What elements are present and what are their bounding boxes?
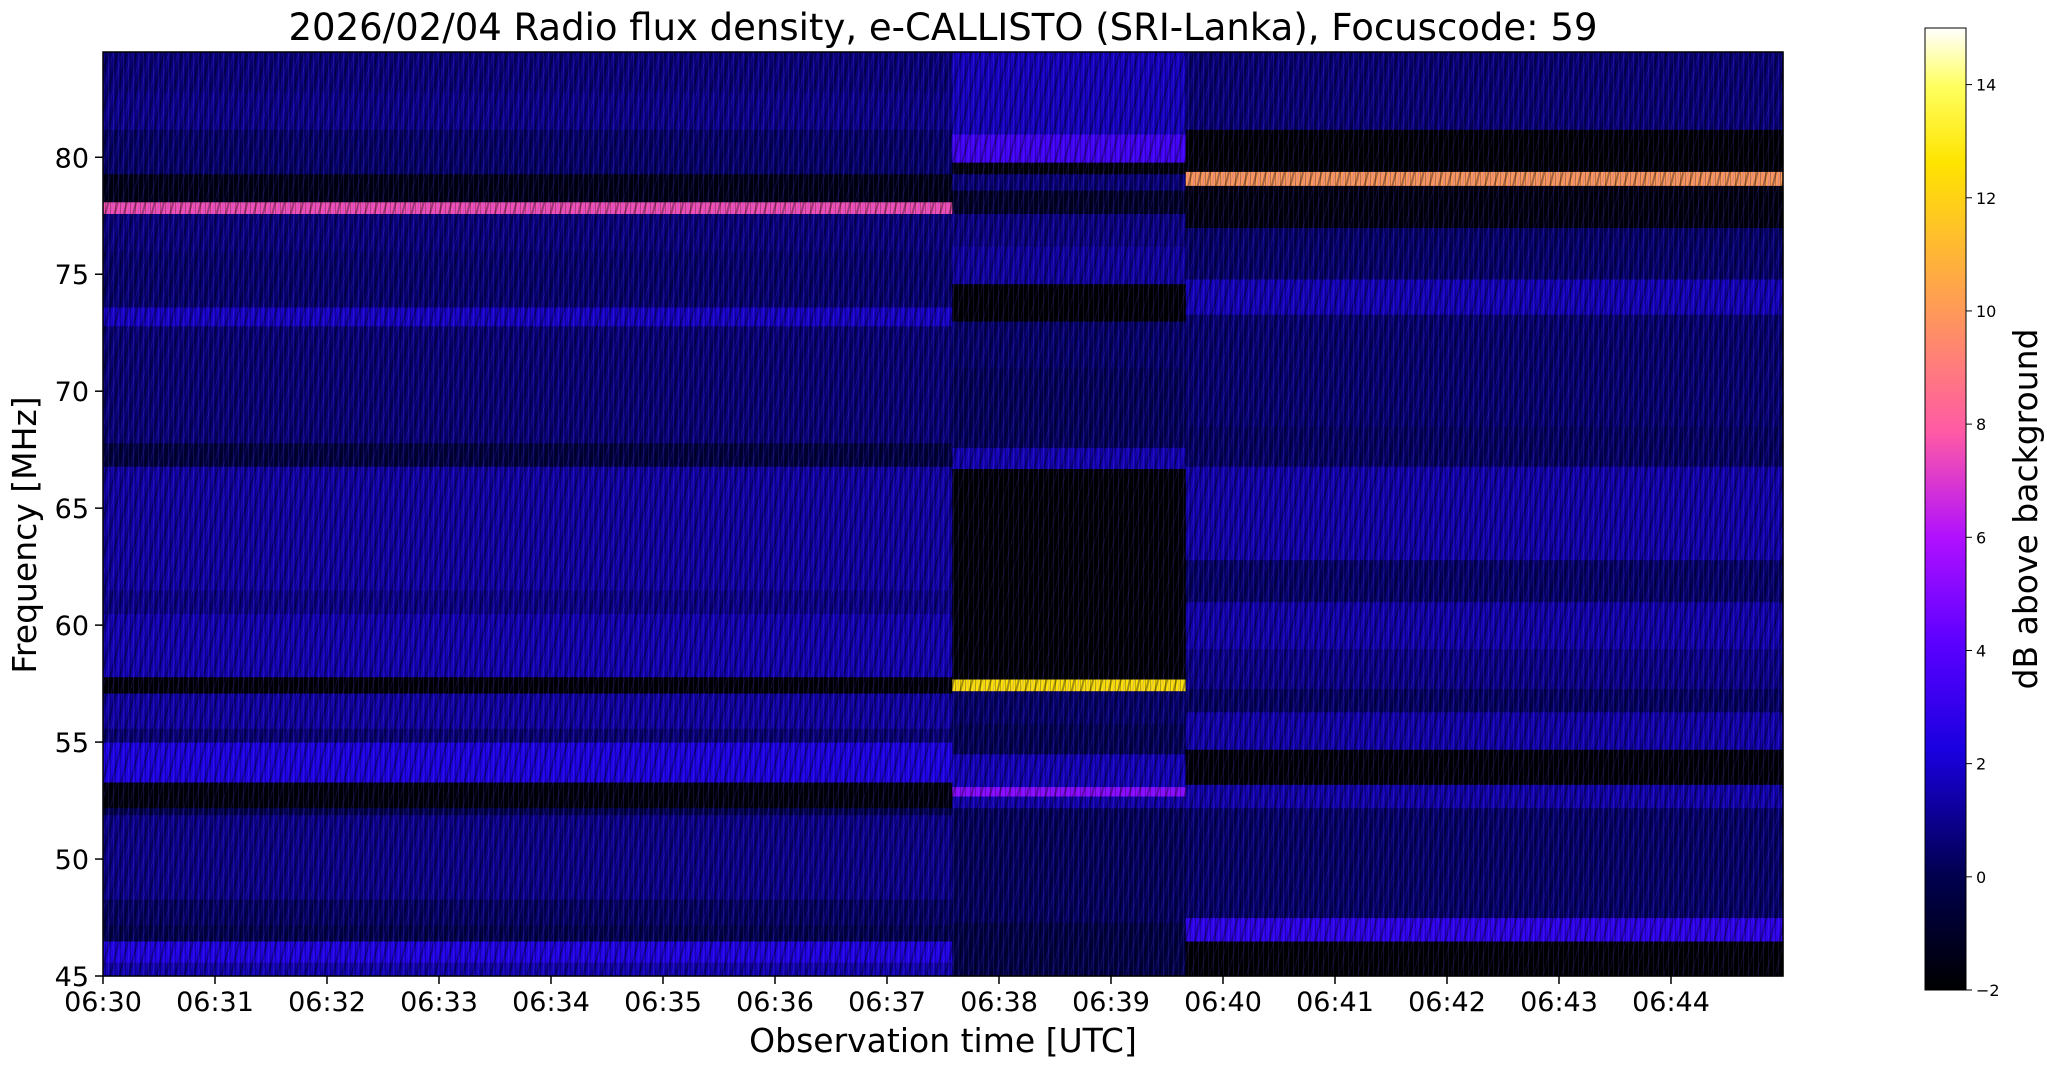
colorbar-tick-label: 6 <box>1976 528 1986 547</box>
x-tick-label: 06:34 <box>512 987 590 1018</box>
y-tick-label: 80 <box>55 143 89 174</box>
colorbar-tick-label: 12 <box>1976 189 1996 208</box>
x-tick-label: 06:42 <box>1408 987 1486 1018</box>
x-tick-label: 06:41 <box>1296 987 1374 1018</box>
colorbar-gradient <box>1924 27 1967 991</box>
x-tick-label: 06:33 <box>400 987 478 1018</box>
colorbar-tick-label: 4 <box>1976 641 1986 660</box>
y-tick-label: 45 <box>55 962 89 993</box>
colorbar-tick-label: 8 <box>1976 415 1986 434</box>
y-axis: 45 50 55 60 65 70 75 80 <box>55 143 103 993</box>
y-tick-label: 60 <box>55 611 89 642</box>
plot-area <box>102 51 1784 977</box>
x-axis-label: Observation time [UTC] <box>749 1021 1137 1060</box>
x-tick-label: 06:36 <box>736 987 814 1018</box>
x-tick-label: 06:35 <box>624 987 702 1018</box>
colorbar: −2 0 2 4 6 8 10 12 14 <box>1924 27 2000 1000</box>
y-tick-label: 70 <box>55 377 89 408</box>
x-tick-label: 06:32 <box>288 987 366 1018</box>
y-tick-label: 50 <box>55 845 89 876</box>
colorbar-label: dB above background <box>2006 329 2045 690</box>
colorbar-tick-label: 10 <box>1976 302 1996 321</box>
colorbar-tick-label: −2 <box>1976 981 2000 1000</box>
spectrogram-noise <box>103 52 1783 976</box>
colorbar-tick-label: 0 <box>1976 868 1986 887</box>
x-tick-label: 06:44 <box>1632 987 1710 1018</box>
x-axis: 06:30 06:31 06:32 06:33 06:34 06:35 06:36 06:37… <box>64 976 1710 1018</box>
x-tick-label: 06:39 <box>1072 987 1150 1018</box>
colorbar-tick-label: 2 <box>1976 755 1986 774</box>
chart-title: 2026/02/04 Radio flux density, e-CALLIST… <box>289 6 1598 49</box>
x-tick-label: 06:38 <box>960 987 1038 1018</box>
spectrogram-figure: 2026/02/04 Radio flux density, e-CALLIST… <box>5 6 2045 1060</box>
y-axis-label: Frequency [MHz] <box>5 396 44 673</box>
x-tick-label: 06:37 <box>848 987 926 1018</box>
x-tick-label: 06:40 <box>1184 987 1262 1018</box>
x-tick-label: 06:31 <box>176 987 254 1018</box>
colorbar-tick-label: 14 <box>1976 76 1996 95</box>
y-tick-label: 55 <box>55 728 89 759</box>
y-tick-label: 75 <box>55 260 89 291</box>
y-tick-label: 65 <box>55 494 89 525</box>
x-tick-label: 06:43 <box>1520 987 1598 1018</box>
